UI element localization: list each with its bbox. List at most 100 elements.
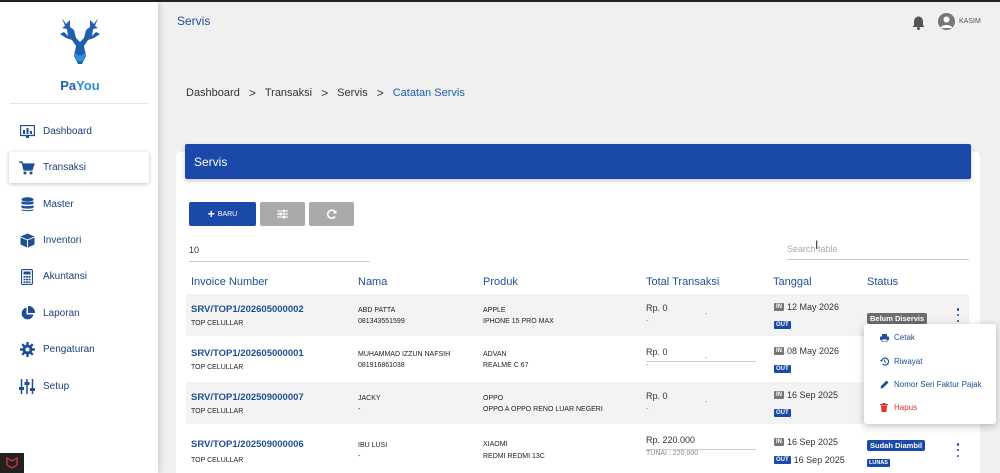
app-logo[interactable]: PaYou <box>48 16 112 96</box>
status-badge: Belum Diservis <box>867 313 928 324</box>
out-tag: OUT <box>774 365 791 373</box>
payment-detail-dash: - <box>705 311 708 318</box>
customer-name: JACKY <box>358 395 381 402</box>
row-actions-kebab-icon[interactable] <box>955 443 961 457</box>
menu-item-label: Nomor Seri Faktur Pajak <box>894 380 982 389</box>
cart-icon <box>19 160 35 176</box>
breadcrumb-item-servis[interactable]: Servis <box>337 87 368 99</box>
laravel-icon <box>6 456 18 469</box>
printer-icon <box>880 333 890 342</box>
invoice-number[interactable]: SRV/TOP1/202509000006 <box>191 439 304 450</box>
new-button-label: BARU <box>217 210 238 218</box>
corner-badge[interactable] <box>0 453 24 473</box>
payment-detail: - <box>646 406 649 413</box>
product-name: REDMI REDMI 13C <box>483 453 545 460</box>
date-in-value: 16 Sep 2025 <box>787 390 839 400</box>
out-tag: OUT <box>774 409 791 417</box>
refresh-icon <box>326 208 337 219</box>
card-title: Servis <box>194 154 228 169</box>
breadcrumb-separator: > <box>248 86 256 100</box>
sidebar-item-laporan[interactable]: Laporan <box>9 298 149 329</box>
sidebar-item-pengaturan[interactable]: Pengaturan <box>9 334 149 365</box>
refresh-button[interactable] <box>309 202 354 226</box>
breadcrumb: Dashboard > Transaksi > Servis > Catatan… <box>186 86 465 100</box>
sidebar-item-setup[interactable]: Setup <box>9 371 149 402</box>
sidebar-item-master[interactable]: Master <box>9 189 149 220</box>
sidebar-item-akuntansi[interactable]: Akuntansi <box>9 261 149 292</box>
store-name: TOP CELULLAR <box>191 457 244 464</box>
date-in: IN 16 Sep 2025 <box>774 390 838 400</box>
page-size-select[interactable]: 10 <box>189 240 370 262</box>
date-out: OUT <box>774 321 794 329</box>
filter-sliders-icon <box>277 209 288 219</box>
in-tag: IN <box>774 391 784 399</box>
row-actions-kebab-icon[interactable] <box>955 308 961 322</box>
date-in-value: 08 May 2026 <box>787 346 840 356</box>
menu-item-nomor-seri-faktur-pajak[interactable]: Nomor Seri Faktur Pajak <box>880 380 982 389</box>
sidebar-item-label: Dashboard <box>43 126 92 137</box>
column-header-tanggal[interactable]: Tanggal <box>773 276 812 288</box>
breadcrumb-item-transaksi[interactable]: Transaksi <box>265 87 312 99</box>
sliders-icon <box>19 379 35 395</box>
payment-detail: TUNAI : 220,000 <box>646 450 699 457</box>
menu-item-label: Cetak <box>894 333 915 342</box>
divider <box>646 361 756 362</box>
product-brand: XIAOMI <box>483 441 508 448</box>
notification-bell-icon[interactable] <box>912 16 925 35</box>
store-name: TOP CELULLAR <box>191 320 244 327</box>
sidebar-item-label: Pengaturan <box>43 344 95 355</box>
avatar[interactable] <box>938 13 955 30</box>
menu-item-hapus[interactable]: Hapus <box>880 403 917 412</box>
box-icon <box>19 233 35 249</box>
date-in: IN 12 May 2026 <box>774 302 839 312</box>
invoice-number[interactable]: SRV/TOP1/202605000001 <box>191 348 304 359</box>
payment-detail-dash: - <box>705 399 708 406</box>
column-header-invoice[interactable]: Invoice Number <box>191 276 268 288</box>
menu-item-riwayat[interactable]: Riwayat <box>880 357 922 366</box>
menu-item-cetak[interactable]: Cetak <box>880 333 915 342</box>
sidebar-item-inventori[interactable]: Inventori <box>9 225 149 256</box>
customer-phone: 081916861038 <box>358 362 405 369</box>
sidebar-item-label: Setup <box>43 381 70 392</box>
new-button[interactable]: + BARU <box>189 202 256 226</box>
page-title: Servis <box>177 14 211 28</box>
trash-icon <box>880 403 890 412</box>
column-header-status[interactable]: Status <box>867 276 898 288</box>
sidebar-item-label: Master <box>43 199 74 210</box>
pencil-icon <box>880 380 890 389</box>
column-header-produk[interactable]: Produk <box>483 276 518 288</box>
total-amount: Rp. 0 <box>646 391 668 401</box>
store-name: TOP CELULLAR <box>191 364 244 371</box>
in-tag: IN <box>774 347 784 355</box>
invoice-number[interactable]: SRV/TOP1/202509000007 <box>191 392 304 403</box>
filter-button[interactable] <box>260 202 305 226</box>
total-amount: Rp. 220.000 <box>646 435 696 445</box>
database-icon <box>19 197 35 213</box>
payment-status: LUNAS <box>867 451 890 469</box>
column-header-total[interactable]: Total Transaksi <box>646 276 719 288</box>
sidebar-item-transaksi[interactable]: Transaksi <box>9 152 149 183</box>
breadcrumb-separator: > <box>376 86 384 100</box>
store-name: TOP CELULLAR <box>191 408 244 415</box>
sidebar-item-label: Akuntansi <box>43 271 87 282</box>
date-in-value: 16 Sep 2025 <box>787 437 839 447</box>
customer-phone: - <box>358 406 361 413</box>
calculator-icon <box>19 268 35 285</box>
column-header-nama[interactable]: Nama <box>358 276 387 288</box>
user-name[interactable]: KASIM <box>959 18 981 25</box>
deer-logo-icon <box>60 18 100 64</box>
sidebar-item-dashboard[interactable]: Dashboard <box>9 116 149 147</box>
payment-detail: - <box>646 362 649 369</box>
status-badge: Sudah Diambil <box>867 440 926 451</box>
breadcrumb-separator: > <box>321 86 329 100</box>
invoice-number[interactable]: SRV/TOP1/202605000002 <box>191 304 304 315</box>
payment-detail-dash: - <box>705 355 708 362</box>
table-row[interactable] <box>186 382 969 424</box>
out-tag: OUT <box>774 321 791 329</box>
date-out-value: 16 Sep 2025 <box>793 455 845 465</box>
table-row[interactable] <box>186 294 969 336</box>
in-tag: IN <box>774 438 784 446</box>
sidebar: PaYou Dashboard Transaksi Master Invento… <box>0 2 158 473</box>
breadcrumb-item-dashboard[interactable]: Dashboard <box>186 87 240 99</box>
menu-item-label: Hapus <box>894 403 918 412</box>
